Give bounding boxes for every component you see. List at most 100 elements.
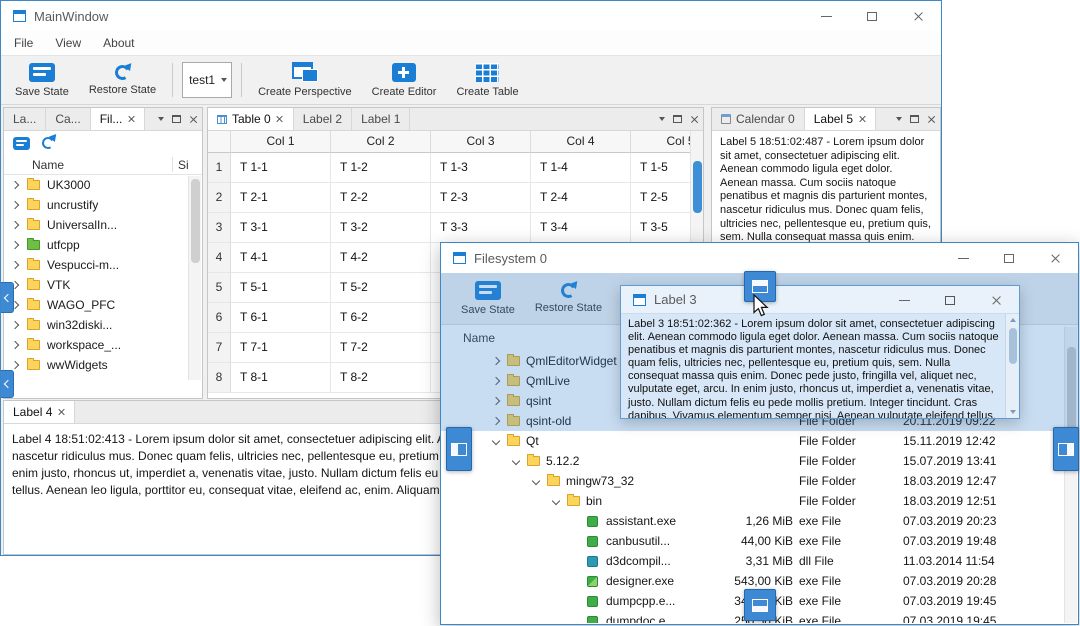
- close-button[interactable]: [895, 1, 941, 31]
- tab-menu-icon[interactable]: [158, 117, 164, 121]
- tree-item[interactable]: bin File Folder 18.03.2019 12:51: [441, 491, 1064, 511]
- tree-item[interactable]: Qt File Folder 15.11.2019 12:42: [441, 431, 1064, 451]
- close-button[interactable]: [1032, 243, 1078, 273]
- scrollbar-thumb[interactable]: [191, 179, 200, 263]
- table-cell[interactable]: T 1-3: [431, 153, 531, 183]
- expand-chevron-icon[interactable]: [10, 220, 20, 230]
- column-header[interactable]: Col 3: [431, 131, 531, 153]
- main-titlebar[interactable]: MainWindow: [1, 1, 941, 31]
- detach-icon[interactable]: [172, 115, 181, 123]
- tab-menu-icon[interactable]: [896, 117, 902, 121]
- row-header[interactable]: 1: [208, 153, 231, 183]
- scrollbar-thumb[interactable]: [693, 161, 702, 213]
- expand-chevron-icon[interactable]: [491, 376, 501, 386]
- table-cell[interactable]: T 7-2: [331, 333, 431, 363]
- close-panel-icon[interactable]: [927, 115, 936, 124]
- tree-item[interactable]: win32diski...: [4, 315, 188, 335]
- tree-item[interactable]: canbusutil... 44,00 KiB exe File 07.03.2…: [441, 531, 1064, 551]
- table-cell[interactable]: T 7-1: [231, 333, 331, 363]
- scrollbar-vertical[interactable]: [1005, 314, 1019, 418]
- expand-chevron-icon[interactable]: [491, 416, 501, 426]
- column-header[interactable]: [208, 131, 231, 153]
- expand-chevron-icon[interactable]: [10, 340, 20, 350]
- table-cell[interactable]: T 1-4: [531, 153, 631, 183]
- row-header[interactable]: 6: [208, 303, 231, 333]
- row-header[interactable]: 8: [208, 363, 231, 393]
- expand-chevron-icon[interactable]: [10, 180, 20, 190]
- table-cell[interactable]: T 5-2: [331, 273, 431, 303]
- menu-view[interactable]: View: [44, 36, 92, 50]
- filesystem-titlebar[interactable]: Filesystem 0: [441, 243, 1078, 273]
- tree-item[interactable]: UniversalIn...: [4, 215, 188, 235]
- table-cell[interactable]: T 3-3: [431, 213, 531, 243]
- expand-chevron-icon[interactable]: [10, 360, 20, 370]
- column-header[interactable]: Col 2: [331, 131, 431, 153]
- expand-chevron-icon[interactable]: [10, 200, 20, 210]
- table-cell[interactable]: T 6-1: [231, 303, 331, 333]
- save-state-button[interactable]: Save State: [451, 275, 525, 322]
- tree-item[interactable]: UK3000: [4, 175, 188, 195]
- table-cell[interactable]: T 3-1: [231, 213, 331, 243]
- tree-item[interactable]: designer.exe 543,00 KiB exe File 07.03.2…: [441, 571, 1064, 591]
- tab-calendar0[interactable]: Calendar 0: [712, 108, 805, 130]
- scrollbar-vertical[interactable]: [188, 176, 201, 380]
- expand-chevron-icon[interactable]: [551, 496, 561, 506]
- tab-filesystem[interactable]: Fil...: [90, 108, 146, 130]
- row-header[interactable]: 5: [208, 273, 231, 303]
- label3-titlebar[interactable]: Label 3: [621, 286, 1019, 314]
- tab-menu-icon[interactable]: [659, 117, 665, 121]
- maximize-button[interactable]: [986, 243, 1032, 273]
- tree-item[interactable]: wwWidgets: [4, 355, 188, 375]
- tree-item[interactable]: workspace_...: [4, 335, 188, 355]
- row-header[interactable]: 3: [208, 213, 231, 243]
- scroll-down-icon[interactable]: [1010, 410, 1016, 414]
- minimize-button[interactable]: [881, 286, 927, 314]
- column-name[interactable]: Name: [32, 158, 64, 172]
- table-cell[interactable]: T 2-3: [431, 183, 531, 213]
- tree-item[interactable]: assistant.exe 1,26 MiB exe File 07.03.20…: [441, 511, 1064, 531]
- tab-close-icon[interactable]: [858, 115, 866, 123]
- tab-label1[interactable]: Label 1: [352, 108, 411, 130]
- tree-item[interactable]: d3dcompil... 3,31 MiB dll File 11.03.201…: [441, 551, 1064, 571]
- expand-chevron-icon[interactable]: [491, 396, 501, 406]
- tab-calendar[interactable]: Ca...: [46, 108, 91, 130]
- column-name[interactable]: Name: [463, 331, 495, 345]
- table-cell[interactable]: T 5-1: [231, 273, 331, 303]
- table-cell[interactable]: T 4-2: [331, 243, 431, 273]
- create-table-button[interactable]: Create Table: [446, 58, 528, 102]
- table-cell[interactable]: T 2-1: [231, 183, 331, 213]
- tab-table0[interactable]: Table 0: [208, 108, 294, 130]
- tab-label5[interactable]: Label 5: [804, 108, 877, 130]
- maximize-button[interactable]: [849, 1, 895, 31]
- tree-item[interactable]: Vespucci-m...: [4, 255, 188, 275]
- expand-chevron-icon[interactable]: [10, 260, 20, 270]
- restore-state-button[interactable]: Restore State: [525, 275, 612, 322]
- row-header[interactable]: 2: [208, 183, 231, 213]
- close-button[interactable]: [973, 286, 1019, 314]
- table-cell[interactable]: T 8-1: [231, 363, 331, 393]
- dock-indicator-left[interactable]: [446, 427, 472, 471]
- table-cell[interactable]: T 2-4: [531, 183, 631, 213]
- scrollbar-thumb[interactable]: [1008, 328, 1017, 364]
- minimize-button[interactable]: [940, 243, 986, 273]
- table-cell[interactable]: T 1-2: [331, 153, 431, 183]
- create-editor-button[interactable]: Create Editor: [362, 58, 447, 102]
- tree-item[interactable]: WAGO_PFC: [4, 295, 188, 315]
- tree-item[interactable]: VTK: [4, 275, 188, 295]
- create-perspective-button[interactable]: Create Perspective: [248, 58, 362, 102]
- tab-label4[interactable]: Label 4: [4, 401, 76, 423]
- scroll-up-icon[interactable]: [1010, 318, 1016, 322]
- minimize-button[interactable]: [803, 1, 849, 31]
- table-cell[interactable]: T 3-2: [331, 213, 431, 243]
- tab-close-icon[interactable]: [127, 115, 135, 123]
- scrollbar-vertical[interactable]: [1064, 327, 1077, 623]
- close-panel-icon[interactable]: [189, 115, 198, 124]
- detach-icon[interactable]: [910, 115, 919, 123]
- dock-indicator-right[interactable]: [1053, 427, 1079, 471]
- menu-file[interactable]: File: [3, 36, 44, 50]
- detach-icon[interactable]: [673, 115, 682, 123]
- tree-item[interactable]: mingw73_32 File Folder 18.03.2019 12:47: [441, 471, 1064, 491]
- save-state-button[interactable]: Save State: [5, 58, 79, 102]
- table-cell[interactable]: T 1-1: [231, 153, 331, 183]
- expand-chevron-icon[interactable]: [491, 356, 501, 366]
